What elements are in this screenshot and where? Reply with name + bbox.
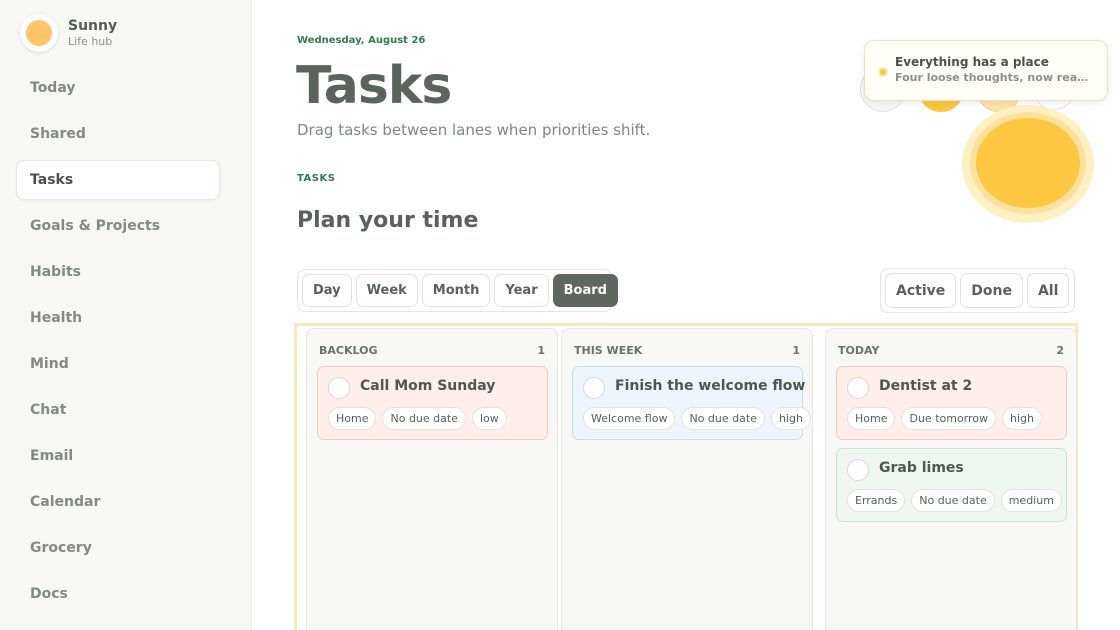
tag-priority: high: [770, 407, 811, 430]
task-title: Dentist at 2: [879, 378, 973, 394]
tab-month[interactable]: Month: [421, 274, 491, 307]
task-card[interactable]: Grab limes Errands No due date medium: [836, 448, 1067, 522]
toast-body: Four loose thoughts, now ready to be dro…: [895, 71, 1095, 84]
task-board: BACKLOG 1 Call Mom Sunday Home No due da…: [294, 323, 1078, 630]
task-title: Finish the welcome flow: [615, 378, 806, 394]
sidebar-item-chat[interactable]: Chat: [16, 390, 220, 430]
tag-list: Home: [328, 407, 377, 430]
task-title: Grab limes: [879, 460, 964, 476]
task-tags: Home Due tomorrow high: [847, 407, 1042, 430]
lane-title: THIS WEEK: [574, 344, 643, 357]
lane-header: THIS WEEK 1: [574, 344, 800, 357]
filter-all[interactable]: All: [1026, 273, 1070, 308]
task-checkbox[interactable]: [847, 377, 869, 399]
tag-due: No due date: [911, 489, 995, 512]
avatar: [20, 14, 58, 52]
task-tags: Welcome flow No due date high: [583, 407, 811, 430]
section-label: TASKS: [297, 173, 336, 184]
task-tags: Errands No due date medium: [847, 489, 1062, 512]
tab-year[interactable]: Year: [494, 274, 549, 307]
sun-avatar-icon: [26, 20, 52, 46]
task-checkbox[interactable]: [328, 377, 350, 399]
brand[interactable]: Sunny Life hub: [20, 14, 117, 52]
lane-backlog[interactable]: BACKLOG 1 Call Mom Sunday Home No due da…: [306, 328, 558, 630]
tag-due: No due date: [681, 407, 765, 430]
tag-due: Due tomorrow: [901, 407, 997, 430]
lane-count: 1: [792, 344, 800, 357]
tag-list: Home: [847, 407, 896, 430]
lane-header: TODAY 2: [838, 344, 1064, 357]
view-switcher: Day Week Month Year Board: [297, 269, 618, 312]
sidebar-nav: Today Shared Tasks Goals & Projects Habi…: [16, 68, 220, 620]
page-title: Tasks: [296, 56, 452, 116]
lane-this-week[interactable]: THIS WEEK 1 Finish the welcome flow Welc…: [561, 328, 813, 630]
task-card[interactable]: Call Mom Sunday Home No due date low: [317, 366, 548, 440]
task-checkbox[interactable]: [583, 377, 605, 399]
tag-list: Welcome flow: [583, 407, 676, 430]
lane-title: BACKLOG: [319, 344, 378, 357]
status-dot-icon: [878, 67, 888, 77]
sidebar-item-goals-projects[interactable]: Goals & Projects: [16, 206, 220, 246]
lane-header: BACKLOG 1: [319, 344, 545, 357]
toast-title: Everything has a place: [895, 55, 1049, 69]
tag-priority: high: [1002, 407, 1042, 430]
sidebar-item-calendar[interactable]: Calendar: [16, 482, 220, 522]
filter-active[interactable]: Active: [885, 273, 957, 308]
sidebar-item-mind[interactable]: Mind: [16, 344, 220, 384]
tag-due: No due date: [382, 407, 466, 430]
sun-icon: [976, 118, 1080, 208]
tab-week[interactable]: Week: [355, 274, 418, 307]
sidebar-item-shared[interactable]: Shared: [16, 114, 220, 154]
tag-list: Errands: [847, 489, 906, 512]
lane-count: 1: [537, 344, 545, 357]
filter-done[interactable]: Done: [960, 273, 1023, 308]
page-subtitle: Drag tasks between lanes when priorities…: [297, 121, 651, 139]
notification-toast[interactable]: Everything has a place Four loose though…: [864, 40, 1108, 101]
task-tags: Home No due date low: [328, 407, 507, 430]
sidebar-item-tasks[interactable]: Tasks: [16, 160, 220, 200]
tab-board[interactable]: Board: [552, 274, 618, 307]
current-date: Wednesday, August 26: [297, 35, 426, 46]
tag-priority: low: [471, 407, 507, 430]
tag-priority: medium: [1000, 489, 1062, 512]
lane-today[interactable]: TODAY 2 Dentist at 2 Home Due tomorrow h…: [825, 328, 1077, 630]
status-filter: Active Done All: [880, 268, 1075, 313]
sidebar-item-email[interactable]: Email: [16, 436, 220, 476]
lane-count: 2: [1056, 344, 1064, 357]
task-title: Call Mom Sunday: [360, 378, 496, 394]
task-checkbox[interactable]: [847, 459, 869, 481]
sidebar: Sunny Life hub Today Shared Tasks Goals …: [0, 0, 252, 630]
sidebar-item-docs[interactable]: Docs: [16, 574, 220, 614]
sidebar-item-today[interactable]: Today: [16, 68, 220, 108]
lane-title: TODAY: [838, 344, 880, 357]
task-card[interactable]: Finish the welcome flow Welcome flow No …: [572, 366, 811, 440]
task-card[interactable]: Dentist at 2 Home Due tomorrow high: [836, 366, 1067, 440]
sidebar-item-grocery[interactable]: Grocery: [16, 528, 220, 568]
brand-text: Sunny Life hub: [68, 18, 117, 49]
tab-day[interactable]: Day: [302, 274, 352, 307]
sidebar-item-health[interactable]: Health: [16, 298, 220, 338]
section-title: Plan your time: [297, 208, 479, 233]
brand-name: Sunny: [68, 17, 118, 34]
sidebar-item-habits[interactable]: Habits: [16, 252, 220, 292]
brand-subtitle: Life hub: [68, 34, 113, 48]
